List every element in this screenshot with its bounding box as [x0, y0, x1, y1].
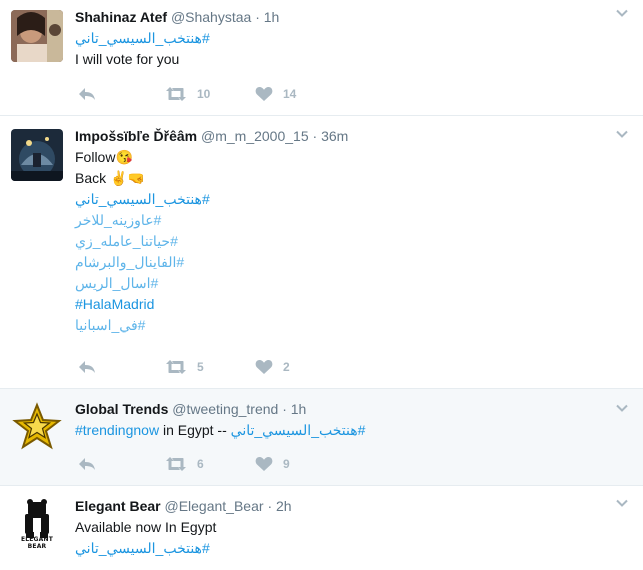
- reply-button[interactable]: [77, 84, 97, 104]
- tweet-header: Impošsïbľe Ďřêâm @m_m_2000_15 · 36m: [75, 126, 603, 146]
- chevron-down-icon[interactable]: [615, 401, 629, 415]
- avatar-image: [11, 10, 63, 62]
- tweet-text: in Egypt --: [159, 422, 231, 438]
- avatar[interactable]: [11, 129, 63, 181]
- avatar[interactable]: [11, 10, 63, 62]
- timestamp[interactable]: 1h: [264, 9, 280, 25]
- display-name[interactable]: Impošsïbľe Ďřêâm: [75, 128, 197, 144]
- reply-icon: [79, 361, 95, 373]
- hashtag-link[interactable]: #الفاينال_والبرشام: [75, 252, 184, 273]
- heart-icon: [255, 457, 273, 471]
- hashtag-link[interactable]: #HalaMadrid: [75, 296, 154, 312]
- like-count: 9: [283, 457, 290, 471]
- hashtag-link[interactable]: #هنتخب_السيسي_تاني: [75, 28, 210, 49]
- reply-icon: [79, 88, 95, 100]
- reply-button[interactable]: [77, 454, 97, 474]
- tweet-text: Available now In Egypt: [75, 519, 217, 535]
- tweet-header: Shahinaz Atef @Shahystaa · 1h: [75, 7, 603, 27]
- hashtag-link[interactable]: #عاوزينه_للاخر: [75, 210, 161, 231]
- separator: ·: [312, 128, 318, 144]
- username[interactable]: @m_m_2000_15: [201, 128, 309, 144]
- avatar-image: [11, 129, 63, 181]
- retweet-icon: [166, 457, 186, 471]
- retweet-count: 10: [197, 87, 211, 101]
- like-count: 14: [283, 87, 297, 101]
- hashtag-link[interactable]: #حياتنا_عامله_زي: [75, 231, 178, 252]
- retweet-button[interactable]: 6: [165, 454, 204, 474]
- star-logo-icon: [12, 402, 62, 450]
- tweet-header: Global Trends @tweeting_trend · 1h: [75, 399, 603, 419]
- retweet-count: 6: [197, 457, 204, 471]
- hashtag-link[interactable]: #هنتخب_السيسي_تاني: [75, 538, 210, 559]
- emoji: 😘: [115, 149, 133, 165]
- timeline: Shahinaz Atef @Shahystaa · 1h #هنتخب_الس…: [0, 0, 643, 570]
- like-button[interactable]: 9: [255, 454, 290, 474]
- retweet-icon: [166, 87, 186, 101]
- heart-icon: [255, 87, 273, 101]
- retweet-icon: [166, 360, 186, 374]
- like-count: 2: [283, 360, 290, 374]
- display-name[interactable]: Shahinaz Atef: [75, 9, 167, 25]
- username[interactable]: @tweeting_trend: [172, 401, 278, 417]
- chevron-down-icon[interactable]: [615, 496, 629, 510]
- chevron-down-icon[interactable]: [615, 6, 629, 20]
- hashtag-link[interactable]: #هنتخب_السيسي_تاني: [75, 189, 210, 210]
- hashtag-link[interactable]: #trendingnow: [75, 422, 159, 438]
- display-name[interactable]: Elegant Bear: [75, 498, 161, 514]
- like-button[interactable]: 14: [255, 84, 296, 104]
- chevron-down-icon[interactable]: [615, 127, 629, 141]
- heart-icon: [255, 360, 273, 374]
- avatar[interactable]: [11, 401, 63, 453]
- timestamp[interactable]: 1h: [291, 401, 307, 417]
- reply-icon: [79, 458, 95, 470]
- like-button[interactable]: 2: [255, 357, 290, 377]
- hashtag-link[interactable]: #اسال_الريس: [75, 273, 158, 294]
- tweet-text: Back: [75, 170, 107, 186]
- separator: ·: [267, 498, 273, 514]
- separator: ·: [282, 401, 287, 417]
- hashtag-link[interactable]: #هنتخب_السيسي_تاني: [231, 420, 366, 441]
- reply-button[interactable]: [77, 357, 97, 377]
- tweet-text: I will vote for you: [75, 51, 180, 67]
- tweet[interactable]: ELEGANT BEAR Elegant Bear @Elegant_Bear …: [0, 486, 643, 570]
- hashtag-link[interactable]: #في_اسبانيا: [75, 315, 145, 336]
- logo-caption: ELEGANT BEAR: [20, 536, 54, 548]
- timestamp[interactable]: 36m: [321, 128, 348, 144]
- username[interactable]: @Shahystaa: [171, 9, 251, 25]
- username[interactable]: @Elegant_Bear: [164, 498, 263, 514]
- timestamp[interactable]: 2h: [276, 498, 292, 514]
- avatar[interactable]: ELEGANT BEAR: [11, 496, 63, 548]
- retweet-count: 5: [197, 360, 204, 374]
- separator: ·: [255, 9, 260, 25]
- retweet-button[interactable]: 10: [165, 84, 210, 104]
- tweet[interactable]: Shahinaz Atef @Shahystaa · 1h #هنتخب_الس…: [0, 0, 643, 116]
- tweet-text: Follow: [75, 149, 116, 165]
- retweet-button[interactable]: 5: [165, 357, 204, 377]
- tweet-header: Elegant Bear @Elegant_Bear · 2h: [75, 496, 603, 516]
- display-name[interactable]: Global Trends: [75, 401, 168, 417]
- tweet[interactable]: Impošsïbľe Ďřêâm @m_m_2000_15 · 36m Foll…: [0, 116, 643, 389]
- tweet[interactable]: Global Trends @tweeting_trend · 1h #tren…: [0, 389, 643, 486]
- emoji: ✌️🤜: [110, 170, 145, 186]
